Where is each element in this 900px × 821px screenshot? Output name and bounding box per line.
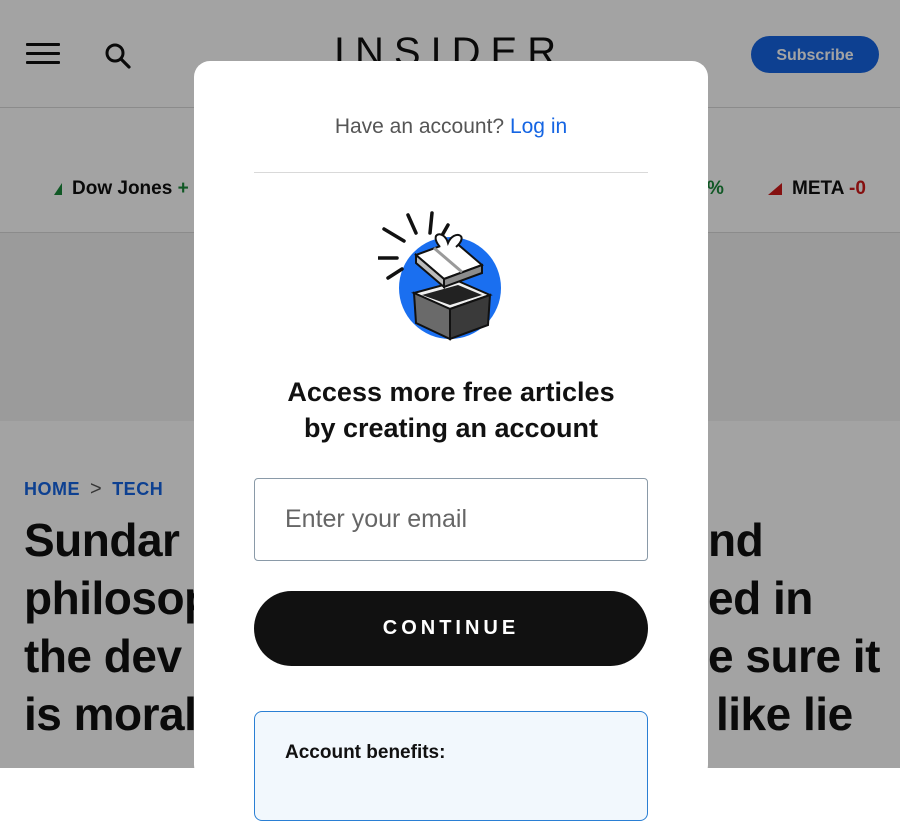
- login-link[interactable]: Log in: [510, 115, 567, 138]
- modal-title-line: Access more free articles: [287, 377, 615, 407]
- gift-box-icon: [376, 211, 508, 341]
- modal-title-line: by creating an account: [303, 413, 599, 443]
- email-field[interactable]: [254, 478, 648, 561]
- have-account-text: Have an account?: [334, 115, 505, 138]
- modal-title: Access more free articles by creating an…: [234, 374, 668, 446]
- account-benefits-box: Account benefits:: [254, 711, 648, 821]
- signup-modal: Have an account? Log in Access more free…: [194, 61, 708, 821]
- divider: [254, 172, 648, 173]
- benefits-title: Account benefits:: [285, 742, 446, 763]
- continue-button[interactable]: CONTINUE: [254, 591, 648, 666]
- have-account-row: Have an account? Log in: [194, 115, 708, 139]
